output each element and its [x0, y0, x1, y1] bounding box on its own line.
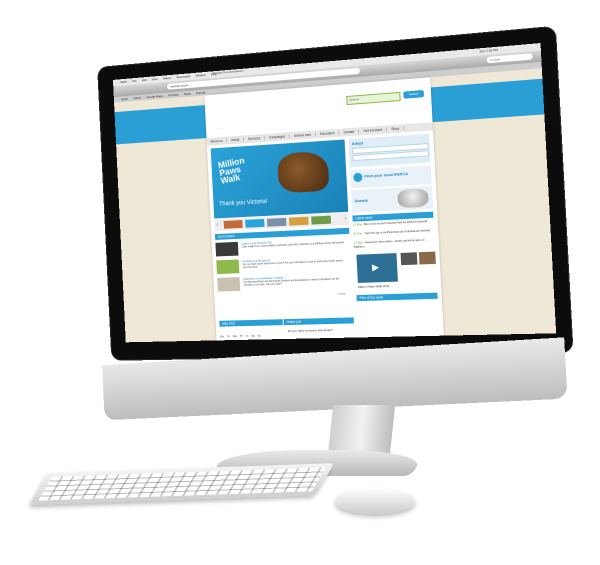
- paw-icon: ✿: [264, 112, 273, 124]
- more-link[interactable]: more: [339, 291, 346, 295]
- chevron-right-icon[interactable]: ›: [344, 215, 346, 223]
- hero-thumb[interactable]: [266, 217, 287, 227]
- desktop-scene: Safari File Edit View History Bookmarks …: [0, 0, 600, 565]
- video-thumb[interactable]: [400, 252, 418, 266]
- menu-window[interactable]: Window: [196, 73, 206, 78]
- featured-image: [215, 241, 239, 257]
- nav-education[interactable]: Education: [315, 130, 340, 137]
- menu-history[interactable]: History: [163, 76, 172, 81]
- bookmark-item[interactable]: Apple: [121, 97, 128, 101]
- site-location: Victoria: [215, 126, 225, 131]
- featured-image: [216, 259, 240, 275]
- pets-heading: Pets of the week: [356, 292, 438, 302]
- bookmark-item[interactable]: News: [184, 92, 191, 96]
- page-container: RSPCA ✿ Victoria Inspectorate Contact Me…: [204, 77, 444, 341]
- nav-get-involved[interactable]: Get involved: [359, 127, 388, 134]
- monitor-screen: Safari File Edit View History Bookmarks …: [112, 43, 557, 343]
- menu-edit[interactable]: Edit: [142, 78, 147, 82]
- adopt-panel[interactable]: Adopt: [348, 133, 431, 168]
- link-inspectorate[interactable]: Inspectorate: [300, 108, 319, 113]
- website-viewport: RSPCA ✿ Victoria Inspectorate Contact Me…: [114, 68, 557, 343]
- site-search-input[interactable]: Search: [346, 91, 401, 106]
- location-pin-icon: [353, 172, 363, 183]
- magic-mouse: [335, 488, 415, 514]
- nav-donate[interactable]: Donate: [339, 129, 360, 135]
- link-media[interactable]: Media: [342, 106, 352, 111]
- news-item[interactable]: 13 May Appeal for information - family ca…: [354, 238, 435, 249]
- nav-shop[interactable]: Shop: [387, 126, 405, 132]
- hero-thumb[interactable]: [245, 218, 265, 228]
- menu-safari[interactable]: Safari: [120, 80, 127, 84]
- poll-heading: Online poll: [283, 317, 354, 326]
- video-player[interactable]: ▶: [356, 253, 398, 283]
- hero-thumb[interactable]: [288, 216, 309, 226]
- nav-animal-care[interactable]: Animal care: [289, 132, 317, 139]
- hero-thanks-text: Thank you Victoria!: [218, 199, 268, 208]
- keyboard: [29, 463, 335, 505]
- browser-search-field[interactable]: Google: [486, 53, 533, 64]
- top-links: Inspectorate Contact Media: [300, 105, 357, 114]
- link-contact[interactable]: Contact: [324, 107, 336, 112]
- menu-view[interactable]: View: [152, 77, 158, 81]
- find-local-panel[interactable]: Find your local RSPCA: [350, 165, 432, 189]
- featured-image: [217, 277, 241, 292]
- video-caption: Million Paws Walk 2011: [357, 283, 390, 289]
- poll-question: Do you have someone that thinks?: [287, 327, 333, 333]
- hero-thumb[interactable]: [223, 220, 243, 229]
- nav-services[interactable]: Services: [244, 135, 266, 142]
- nav-about[interactable]: About us: [206, 138, 228, 144]
- dog-photo: [277, 150, 330, 194]
- rspca-logo[interactable]: RSPCA ✿: [213, 108, 273, 128]
- nav-campaigns[interactable]: Campaigns: [264, 134, 291, 140]
- pug-photo: [397, 188, 429, 209]
- menu-bookmarks[interactable]: Bookmarks: [177, 74, 191, 79]
- hero-title: Million Paws Walk: [217, 155, 246, 186]
- donate-panel[interactable]: Donate: [351, 185, 433, 213]
- calendar-heading: May 2011: [219, 319, 283, 327]
- news-item[interactable]: 20 May Yap! We got a cat Paw bara de Ombu…: [353, 228, 434, 236]
- chevron-left-icon[interactable]: ‹: [216, 221, 218, 229]
- calendar-days: Mo Tu We Th Fr Sa Su: [219, 333, 262, 339]
- featured-item[interactable]: Rainbow of compassion mailers Our Burwoo…: [217, 272, 352, 292]
- nav-adopt[interactable]: Adopt: [227, 137, 245, 143]
- menu-file[interactable]: File: [132, 79, 137, 83]
- hero-banner[interactable]: Million Paws Walk Thank you Victoria!: [210, 139, 349, 219]
- site-search-button[interactable]: Search: [403, 90, 425, 99]
- play-icon[interactable]: ▶: [372, 262, 379, 272]
- video-thumb[interactable]: [418, 251, 436, 265]
- hero-thumb[interactable]: [311, 215, 332, 225]
